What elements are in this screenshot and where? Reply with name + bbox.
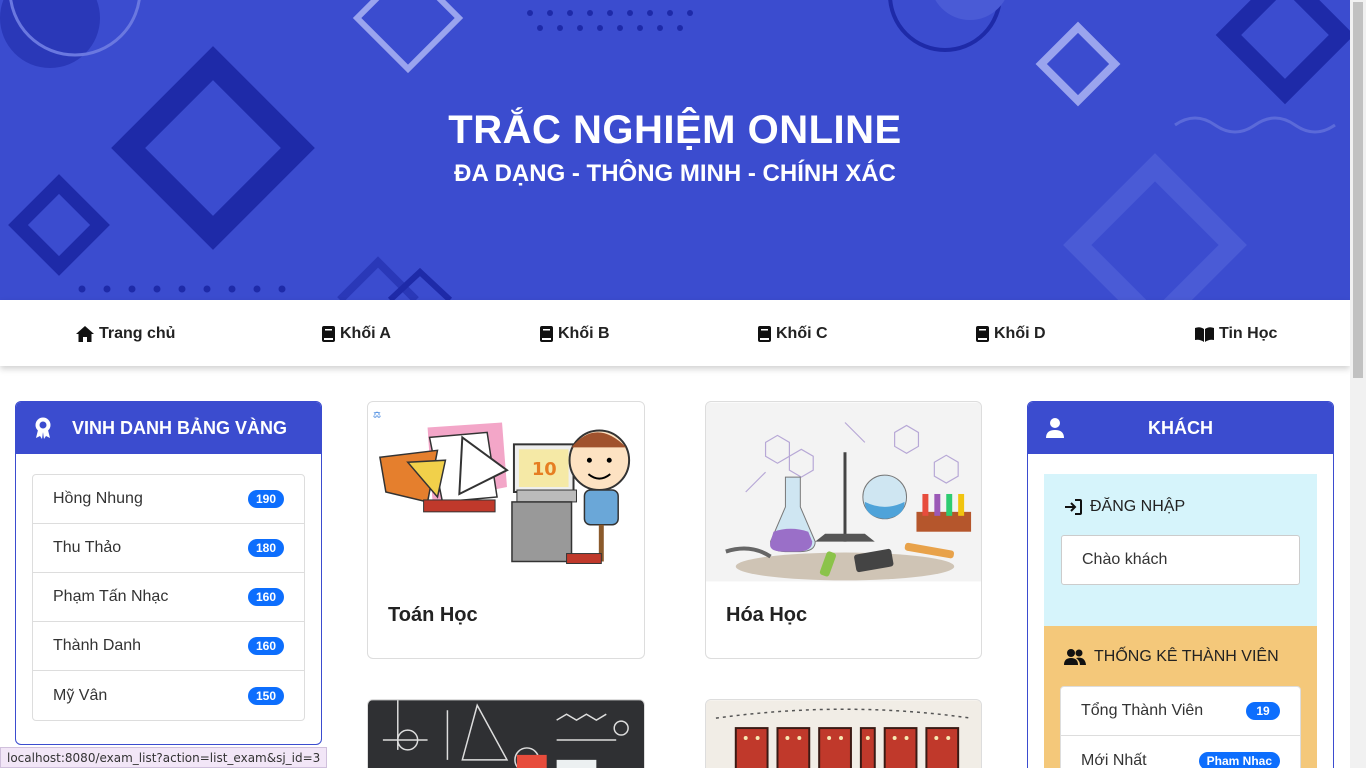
svg-text:10: 10 [532,459,557,480]
list-item[interactable]: Thu Thảo 180 [33,524,304,573]
svg-text:⚖: ⚖ [373,411,381,421]
leaderboard-list: Hồng Nhung 190 Thu Thảo 180 Phạm Tấn Nhạ… [32,474,305,721]
leaderboard-panel: VINH DANH BẢNG VÀNG Hồng Nhung 190 Thu T… [15,401,322,745]
stats-title: THỐNG KÊ THÀNH VIÊN [1094,648,1279,665]
subject-card-english[interactable] [705,699,982,768]
user-icon [1046,418,1064,438]
subject-title: Hóa Học [726,604,808,626]
login-section: ĐĂNG NHẬP Chào khách [1044,474,1317,626]
score-badge: 160 [247,588,284,606]
score-badge: 160 [247,637,284,655]
stat-badge: 19 [1246,702,1280,720]
list-item: Tổng Thành Viên 19 [1061,687,1300,736]
score-badge: 180 [247,539,284,557]
hero-title: TRẮC NGHIỆM ONLINE [448,108,902,152]
member-name: Thu Thảo [53,539,122,556]
nav-label: Khối D [994,325,1046,342]
book-icon [758,326,771,342]
member-stats-section: THỐNG KÊ THÀNH VIÊN Tổng Thành Viên 19 M… [1044,626,1317,768]
nav-label: Tin Học [1219,325,1278,342]
subject-title: Toán Học [388,604,478,626]
score-badge: 150 [247,686,284,705]
list-item[interactable]: Mỹ Vân 150 [33,671,304,720]
scrollbar-thumb[interactable] [1353,2,1363,378]
users-icon [1064,649,1086,665]
greeting-field: Chào khách [1061,535,1300,585]
member-name: Mỹ Vân [53,686,108,704]
open-book-icon [1195,326,1214,342]
guest-title: KHÁCH [1148,417,1213,438]
nav-label: Khối A [340,325,391,342]
login-title: ĐĂNG NHẬP [1090,498,1186,515]
english-illustration [706,700,981,768]
login-icon [1065,499,1082,515]
guest-panel: KHÁCH ĐĂNG NHẬP Chào khách THỐNG KÊ THÀN… [1027,401,1334,768]
math-illustration: 10 ⚖ [368,402,644,582]
chemistry-illustration [706,402,981,582]
list-item[interactable]: Phạm Tấn Nhạc 160 [33,573,304,622]
subject-card-physics[interactable] [367,699,645,768]
nav-item-home[interactable]: Trang chủ [76,322,175,346]
nav-item-khoi-a[interactable]: Khối A [322,322,391,346]
stats-header: THỐNG KÊ THÀNH VIÊN [1064,648,1279,666]
list-item[interactable]: Hồng Nhung 190 [33,475,304,524]
hero-subtitle: ĐA DẠNG - THÔNG MINH - CHÍNH XÁC [454,160,896,187]
nav-item-khoi-d[interactable]: Khối D [976,322,1046,346]
guest-header: KHÁCH [1028,402,1333,454]
hero-banner: TRẮC NGHIỆM ONLINE ĐA DẠNG - THÔNG MINH … [0,0,1350,300]
nav-label: Khối C [776,325,828,342]
member-name: Hồng Nhung [53,490,143,507]
member-name: Thành Danh [53,637,142,654]
subject-card-math[interactable]: 10 ⚖ Toán Học [367,401,645,659]
subject-card-chemistry[interactable]: Hóa Học [705,401,982,659]
login-link[interactable]: ĐĂNG NHẬP [1064,498,1185,516]
nav-item-tin-hoc[interactable]: Tin Học [1195,322,1277,346]
member-name: Phạm Tấn Nhạc [53,588,169,605]
stats-list: Tổng Thành Viên 19 Mới Nhất Pham Nhac [1060,686,1301,768]
book-icon [976,326,989,342]
nav-item-khoi-c[interactable]: Khối C [758,322,828,346]
home-icon [76,326,94,342]
book-icon [540,326,553,342]
link-status-bar: localhost:8080/exam_list?action=list_exa… [0,747,328,768]
list-item: Mới Nhất Pham Nhac [1061,736,1300,768]
nav-label: Khối B [558,325,610,342]
book-icon [322,326,335,342]
leaderboard-header: VINH DANH BẢNG VÀNG [16,402,321,454]
main-nav: Trang chủ Khối A Khối B Khối C Khối D Ti… [0,300,1350,366]
award-icon [35,417,51,439]
page-scrollbar[interactable] [1350,0,1366,768]
page: TRẮC NGHIỆM ONLINE ĐA DẠNG - THÔNG MINH … [0,0,1366,768]
stat-label: Mới Nhất [1081,751,1147,768]
physics-illustration [368,700,644,768]
nav-item-khoi-b[interactable]: Khối B [540,322,610,346]
list-item[interactable]: Thành Danh 160 [33,622,304,671]
stat-badge: Pham Nhac [1198,751,1280,768]
score-badge: 190 [247,490,284,508]
nav-label: Trang chủ [99,325,176,342]
stat-label: Tổng Thành Viên [1081,702,1204,719]
leaderboard-title: VINH DANH BẢNG VÀNG [72,417,288,438]
